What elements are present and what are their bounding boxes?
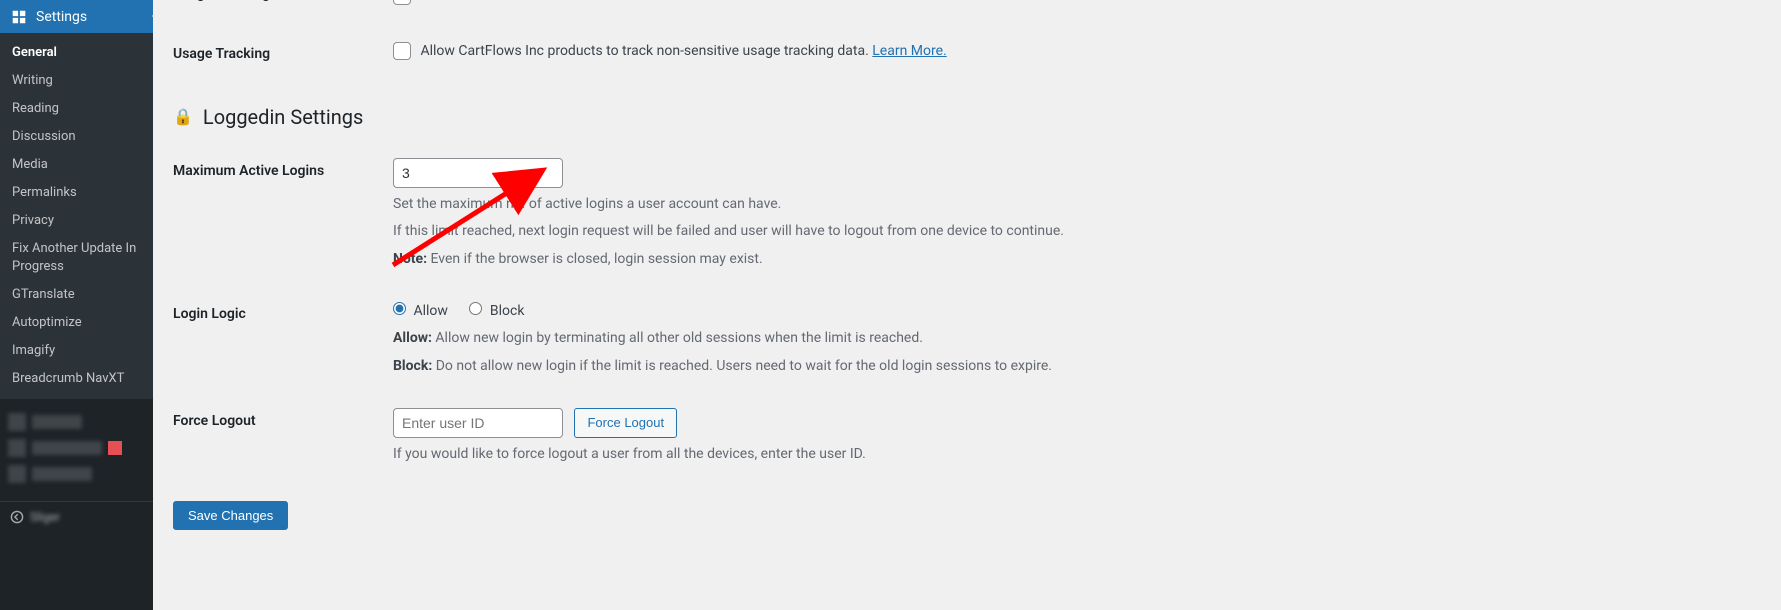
sidebar-item-writing[interactable]: Writing [0,67,153,95]
usage-tracking-bsf-checkbox[interactable] [393,0,411,5]
force-logout-userid-input[interactable] [393,408,563,438]
sidebar-item-media[interactable]: Media [0,151,153,179]
save-changes-button[interactable]: Save Changes [173,501,288,530]
block-desc-text: Do not allow new login if the limit is r… [432,358,1052,374]
note-label: Note: [393,251,427,267]
force-logout-button[interactable]: Force Logout [574,408,677,438]
loggedin-settings-heading: 🔒 Loggedin Settings [173,82,1761,143]
block-desc: Block: Do not allow new login if the lim… [393,356,1751,378]
usage-tracking-checkbox[interactable] [393,42,411,60]
learn-more-link[interactable]: Learn More. [872,43,946,59]
login-logic-allow-option[interactable]: Allow [393,303,451,319]
sidebar-item-obscured[interactable] [8,465,145,483]
login-logic-block-radio[interactable] [469,302,482,315]
sidebar-item-general[interactable]: General [0,39,153,67]
usage-tracking-label-bsf: Usage Tracking [173,0,270,2]
force-logout-label: Force Logout [173,413,256,429]
lock-icon: 🔒 [173,105,193,130]
sidebar-submenu: General Writing Reading Discussion Media… [0,33,153,399]
admin-sidebar: Settings General Writing Reading Discuss… [0,0,153,610]
sidebar-menu-label: Settings [36,9,87,25]
block-radio-label: Block [490,303,525,319]
sidebar-item-imagify[interactable]: Imagify [0,337,153,365]
sidebar-item-discussion[interactable]: Discussion [0,123,153,151]
settings-content: Usage Tracking Allow Brainstorm Force pr… [153,0,1781,610]
max-logins-desc1: Set the maximum no. of active logins a u… [393,194,1751,216]
allow-desc-label: Allow: [393,330,432,346]
note-text: Even if the browser is closed, login ses… [427,251,763,267]
sidebar-collapse-button[interactable]: Sliger [0,501,153,532]
section-title-text: Loggedin Settings [203,102,363,133]
sidebar-item-obscured[interactable] [8,413,145,431]
sidebar-item-breadcrumb[interactable]: Breadcrumb NavXT [0,365,153,393]
max-active-logins-label: Maximum Active Logins [173,163,324,179]
max-logins-desc3: Note: Even if the browser is closed, log… [393,249,1751,271]
sidebar-item-gtranslate[interactable]: GTranslate [0,281,153,309]
sidebar-item-privacy[interactable]: Privacy [0,207,153,235]
sidebar-item-autoptimize[interactable]: Autoptimize [0,309,153,337]
collapse-icon [10,510,24,524]
login-logic-allow-radio[interactable] [393,302,406,315]
sidebar-item-fix-update[interactable]: Fix Another Update In Progress [0,235,153,281]
max-logins-desc2: If this limit reached, next login reques… [393,221,1751,243]
allow-radio-label: Allow [413,303,447,319]
usage-tracking-text: Allow CartFlows Inc products to track no… [420,43,872,59]
login-logic-block-option[interactable]: Block [469,303,524,319]
usage-tracking-label: Usage Tracking [173,46,270,62]
force-logout-desc: If you would like to force logout a user… [393,444,1751,466]
sidebar-item-permalinks[interactable]: Permalinks [0,179,153,207]
sidebar-collapse-label: Sliger [30,510,60,524]
sidebar-menu-settings[interactable]: Settings [0,0,153,33]
max-active-logins-input[interactable] [393,158,563,188]
update-badge-icon [108,441,122,455]
block-desc-label: Block: [393,358,432,374]
allow-desc-text: Allow new login by terminating all other… [432,330,923,346]
settings-icon [10,8,28,26]
sidebar-obscured-items [0,399,153,497]
sidebar-item-obscured[interactable] [8,439,145,457]
sidebar-item-reading[interactable]: Reading [0,95,153,123]
login-logic-label: Login Logic [173,306,246,322]
allow-desc: Allow: Allow new login by terminating al… [393,328,1751,350]
